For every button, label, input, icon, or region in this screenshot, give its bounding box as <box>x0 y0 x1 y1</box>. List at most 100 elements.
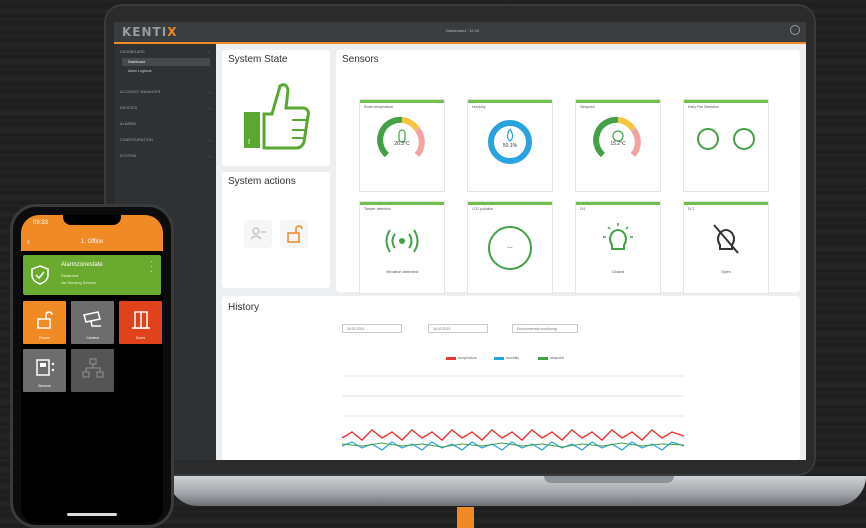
lightbulb-icon <box>603 223 633 250</box>
tile-camera[interactable]: Camera <box>71 301 114 344</box>
phone-header: 09:33 ‹ 1. Office <box>21 215 163 251</box>
door-icon <box>132 311 150 329</box>
sensor-title: DI 2 <box>688 207 695 211</box>
sensor-tile-di2[interactable]: DI 2 Open <box>684 202 768 293</box>
laptop-base <box>168 476 866 506</box>
main-content: System State I System actions Sensors Ro… <box>216 44 806 460</box>
sidebar-group-dashboard[interactable]: DASHBOARD <box>120 50 145 54</box>
sensor-title: CO2 pollution <box>472 207 494 211</box>
sidebar-item-dashboard[interactable]: Dashboard <box>122 58 210 66</box>
tile-label: Disarm <box>38 336 51 340</box>
sensors-title: Sensors <box>342 54 379 65</box>
co2-value: --- <box>507 245 513 251</box>
sidebar-group-account-manager[interactable]: ACCOUNT MANAGER <box>120 90 160 94</box>
humidity-value: 50.1% <box>502 143 518 149</box>
alarm-zone-title: Alarmzonestate <box>61 262 103 268</box>
system-state-title: System State <box>228 54 288 65</box>
legend-temperature: temperature <box>446 356 477 360</box>
tamper-status: Vibration detected <box>385 269 419 274</box>
tile-network[interactable] <box>71 349 114 392</box>
user-arm-icon <box>250 227 266 240</box>
system-state-card: System State I <box>222 50 330 166</box>
history-from-date[interactable]: 15.03.2021 <box>342 324 402 333</box>
sensor-tile-di1[interactable]: DI1 Closed <box>576 202 660 293</box>
humidity-gauge <box>488 120 532 164</box>
phone-frame: 09:33 ‹ 1. Office Alarmzonestate Disarme… <box>10 204 174 528</box>
sidebar-item-alarm-logbook[interactable]: Alarm Logbook <box>122 67 210 75</box>
phone-notch <box>63 215 121 225</box>
disarm-action-button[interactable] <box>280 220 308 248</box>
tile-disarm[interactable]: Disarm <box>23 301 66 344</box>
alarm-zone-line1: Disarmed <box>61 273 79 278</box>
sensor-title: Room temperature <box>364 105 394 109</box>
sensor-title: Humidity <box>472 105 486 109</box>
sidebar-group-alarms[interactable]: ALARMS <box>120 122 136 126</box>
top-bar: KENTIX Dashboard ◦ 12:43 <box>114 22 806 44</box>
sensor-tile-dewpoint[interactable]: Dewpoint 15.2°C <box>576 100 660 191</box>
laptop-screen: KENTIX Dashboard ◦ 12:43 DASHBOARD ⌃ Das… <box>114 22 806 460</box>
history-type-select[interactable]: Environmental monitoring <box>512 324 578 333</box>
sidebar-group-devices[interactable]: DEVICES <box>120 106 137 110</box>
temperature-gauge <box>377 116 425 158</box>
home-indicator[interactable] <box>67 513 117 516</box>
camera-icon <box>83 311 101 327</box>
temperature-series <box>341 429 685 441</box>
sensor-title: Dewpoint <box>580 105 595 109</box>
phone-title: 1. Office <box>80 239 104 245</box>
sensor-tile-humidity[interactable]: Humidity 50.1% <box>468 100 552 191</box>
alarm-zone-line2: via Sensing Service <box>61 280 97 285</box>
lightbulb-off-icon <box>713 224 739 254</box>
sensor-title: Tamper detection <box>364 207 391 211</box>
di2-status: Open <box>721 269 731 274</box>
tile-doors[interactable]: Doors <box>119 301 162 344</box>
humidity-series <box>341 441 685 451</box>
dewpoint-series <box>341 442 685 448</box>
sidebar-group-configuration[interactable]: CONFIGURATION <box>120 138 153 142</box>
legend-humidity: humidity <box>494 356 519 360</box>
system-actions-card: System actions <box>222 172 330 288</box>
dewpoint-gauge <box>593 116 641 158</box>
chevron-right-icon: › <box>208 154 210 159</box>
shield-check-icon <box>31 265 49 285</box>
laptop-notch <box>544 476 674 483</box>
more-options-icon[interactable]: · · · <box>150 258 153 276</box>
chevron-right-icon: › <box>208 138 210 143</box>
phone-time: 09:33 <box>33 220 49 226</box>
chevron-right-icon: › <box>208 90 210 95</box>
sensor-tile-early-fire-detection[interactable]: Early Fire Detection <box>684 100 768 191</box>
system-actions-title: System actions <box>228 176 296 187</box>
temperature-value: 26.3°C <box>394 141 410 147</box>
sensor-tile-co2[interactable]: CO2 pollution --- <box>468 202 552 293</box>
kentix-logo: KENTIX <box>122 25 178 39</box>
topbar-center-text: Dashboard ◦ 12:43 <box>446 28 480 33</box>
sensor-icon <box>36 359 55 376</box>
alarm-zone-card[interactable]: Alarmzonestate Disarmed via Sensing Serv… <box>23 255 161 295</box>
tile-sensors[interactable]: Sensors <box>23 349 66 392</box>
history-chart <box>341 375 685 451</box>
vibration-icon <box>385 229 419 253</box>
sensor-title: DI1 <box>580 207 586 211</box>
network-icon <box>82 358 104 378</box>
history-card: History 15.03.2021 16.03.2021 Environmen… <box>222 296 800 460</box>
chevron-right-icon: › <box>208 106 210 111</box>
sensor-tile-tamper-detection[interactable]: Tamper detection Vibration detected <box>360 202 444 293</box>
lock-icon <box>37 311 53 329</box>
unlock-icon <box>287 225 303 243</box>
svg-text:I: I <box>248 138 250 146</box>
history-to-date[interactable]: 16.03.2021 <box>428 324 488 333</box>
thumbs-up-icon: I <box>244 83 310 150</box>
gear-icon[interactable] <box>790 25 800 35</box>
arm-action-button[interactable] <box>244 220 272 248</box>
sensor-title: Early Fire Detection <box>688 105 719 109</box>
sidebar-group-system[interactable]: SYSTEM <box>120 154 136 158</box>
tile-label: Camera <box>86 336 99 340</box>
tile-label: Doors <box>135 336 146 340</box>
history-title: History <box>228 302 260 313</box>
di1-status: Closed <box>611 269 625 274</box>
fire-detection-rings <box>697 128 755 150</box>
chevron-up-icon: ⌃ <box>206 50 210 55</box>
phone-screen: 09:33 ‹ 1. Office Alarmzonestate Disarme… <box>21 215 163 525</box>
tile-label: Sensors <box>38 384 51 388</box>
dewpoint-value: 15.2°C <box>610 141 626 147</box>
sensor-tile-room-temperature[interactable]: Room temperature 26.3°C <box>360 100 444 191</box>
